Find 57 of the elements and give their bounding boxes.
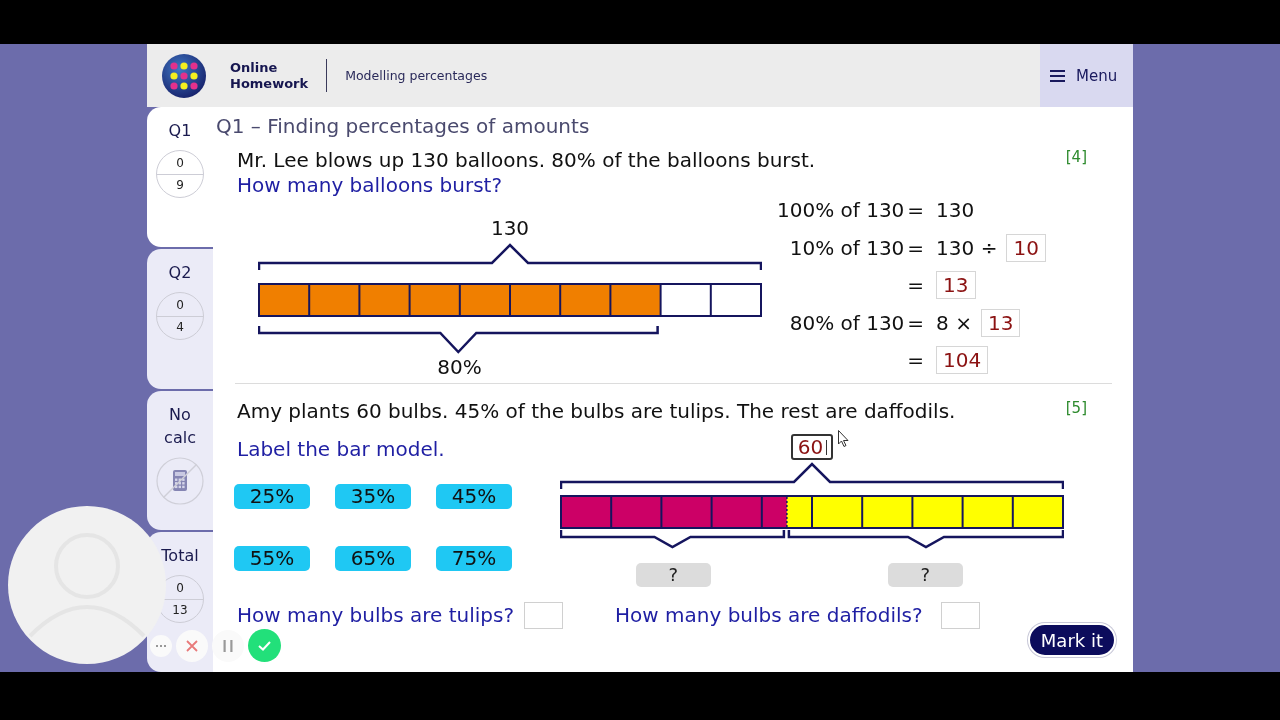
answer-box[interactable]: 13 (980, 308, 1021, 337)
question-prompt: Label the bar model. (237, 437, 446, 462)
percent-tile[interactable]: 25% (234, 484, 310, 509)
percent-tile[interactable]: 65% (335, 546, 411, 571)
more-icon[interactable] (150, 634, 172, 657)
score-total: 9 (176, 177, 184, 194)
question-tab[interactable]: Q1 0 9 (147, 107, 213, 247)
question-tab[interactable]: Q2 0 4 (147, 248, 213, 389)
score-total: 4 (176, 318, 184, 336)
answer-field[interactable] (524, 602, 564, 629)
calculator-note: No calc (163, 403, 197, 449)
question-prompt: How many bulbs are daffodils? (615, 603, 923, 628)
cursor-icon (838, 430, 849, 447)
percent-tile[interactable]: 55% (234, 546, 310, 571)
answer-box[interactable]: 104 (936, 346, 989, 374)
app-name: Online Homework (230, 59, 309, 92)
menu-button[interactable]: Menu (1040, 44, 1133, 107)
percent-tile[interactable]: 35% (335, 484, 411, 509)
part-label: 80% (437, 356, 482, 378)
answer-field[interactable] (940, 602, 980, 629)
marks-label: [4] (1065, 148, 1087, 166)
drop-zone[interactable]: ? (887, 563, 963, 587)
score-value: 0 (176, 296, 184, 314)
working-text: 80% of 130 (789, 310, 905, 335)
answer-box[interactable]: 10 (1006, 233, 1046, 262)
marks-label: [5] (1065, 399, 1087, 417)
working-text: 8 × (936, 310, 972, 335)
working-text: 10% of 130 (789, 235, 905, 260)
check-icon[interactable] (248, 629, 281, 662)
working-text: 130 (936, 198, 975, 222)
percent-tile[interactable]: 75% (436, 546, 512, 571)
dots-logo (162, 53, 206, 98)
equals-sign: = (907, 348, 925, 372)
score-value: 0 (176, 580, 184, 598)
answer-box[interactable]: 13 (936, 271, 976, 299)
bar-total-label: 130 (490, 217, 530, 239)
total-label: Total (161, 545, 199, 568)
percent-tile[interactable]: 45% (436, 484, 512, 509)
working-text: 130 ÷ (936, 235, 998, 260)
drop-zone[interactable]: ? (635, 563, 711, 587)
equals-sign: = (907, 198, 925, 222)
equals-sign: = (907, 310, 925, 335)
total-answer-box[interactable]: 60 (790, 434, 834, 460)
question-text: Mr. Lee blows up 130 balloons. 80% of the balloons burst. (237, 148, 816, 173)
mark-it-button[interactable]: Mark it (1027, 623, 1116, 657)
close-icon[interactable] (176, 629, 208, 662)
equals-sign: = (907, 235, 925, 260)
score-value: 0 (176, 155, 184, 172)
working-text: 100% of 130 (777, 198, 905, 222)
score-total: 13 (172, 602, 188, 620)
topic-title: Modelling percentages (345, 68, 488, 83)
question-title: Q1 – Finding percentages of amounts (216, 114, 591, 138)
menu-icon (1050, 69, 1065, 82)
question-text: Amy plants 60 bulbs. 45% of the bulbs are tulips. The rest are daffodils. (237, 399, 956, 424)
question-prompt: How many bulbs are tulips? (237, 603, 515, 628)
equals-sign: = (907, 273, 925, 297)
question-prompt: How many balloons burst? (237, 173, 504, 198)
